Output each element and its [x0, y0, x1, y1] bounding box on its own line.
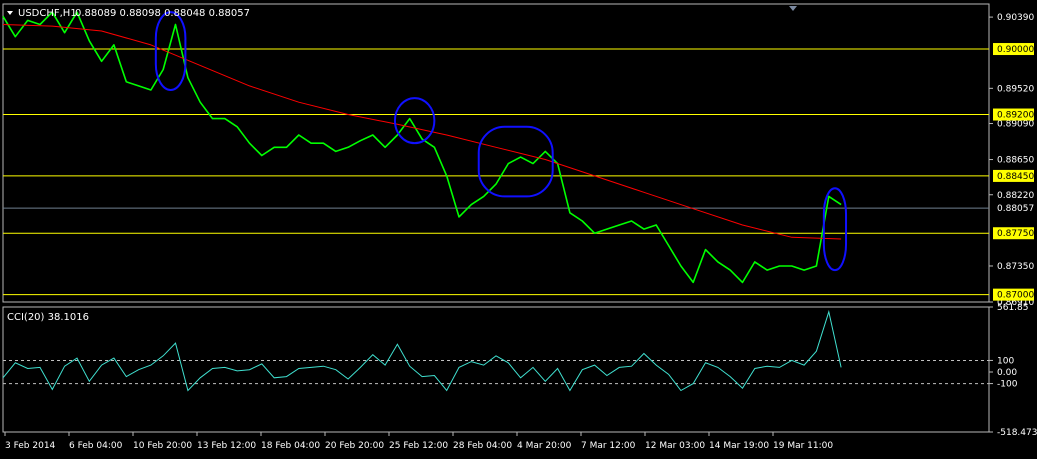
level-label-text-3: 0.88057 [997, 204, 1034, 214]
time-label-10: 12 Mar 03:00 [645, 441, 705, 451]
time-label-1: 6 Feb 04:00 [69, 441, 123, 451]
time-label-11: 14 Mar 19:00 [709, 441, 769, 451]
level-label-0: 0.90000 [993, 43, 1034, 56]
time-label-4: 18 Feb 04:00 [261, 441, 320, 451]
price-tick-label-2: 0.89090 [997, 120, 1034, 130]
price-tick-label-5: 0.87350 [997, 262, 1034, 272]
cci-tick-label-1: 100 [997, 356, 1014, 366]
price-tick-label-4: 0.88220 [997, 191, 1034, 201]
time-label-3: 13 Feb 12:00 [197, 441, 256, 451]
cci-tick-label-3: -100 [997, 380, 1018, 390]
time-label-5: 20 Feb 20:00 [325, 441, 384, 451]
price-tick-label-0: 0.90390 [997, 13, 1034, 23]
cci-tick-label-4: -518.4735 [997, 428, 1037, 438]
usdchf-chart-window[interactable]: 0.90390 0.89520 0.89090 0.88650 0.88220 0.873… [0, 0, 1037, 455]
time-label-8: 4 Mar 20:00 [517, 441, 572, 451]
symbol-label: USDCHF,H1 [18, 8, 77, 19]
time-label-0: 3 Feb 2014 [5, 441, 56, 451]
price-tick-label-3: 0.88650 [997, 156, 1034, 166]
chart-canvas[interactable]: 0.90390 0.89520 0.89090 0.88650 0.88220 0.873… [0, 0, 1037, 455]
level-label-3: 0.88057 [997, 204, 1034, 214]
time-label-12: 19 Mar 11:00 [773, 441, 833, 451]
level-label-text-5: 0.87000 [997, 291, 1034, 301]
level-label-4: 0.87750 [993, 227, 1034, 240]
cci-tick-label-2: 0.00 [997, 368, 1017, 378]
level-label-text-0: 0.90000 [997, 45, 1034, 55]
time-label-2: 10 Feb 20:00 [133, 441, 192, 451]
cci-tick-label-0: 561.85 [997, 303, 1029, 313]
ohlc-label: 0.88089 0.88098 0.88048 0.88057 [75, 8, 250, 19]
level-label-1: 0.89200 [993, 108, 1034, 121]
level-label-2: 0.88450 [993, 169, 1034, 182]
level-label-text-4: 0.87750 [997, 229, 1034, 239]
level-label-text-2: 0.88450 [997, 172, 1034, 182]
time-label-9: 7 Mar 12:00 [581, 441, 636, 451]
level-label-text-1: 0.89200 [997, 111, 1034, 121]
time-label-6: 25 Feb 12:00 [389, 441, 448, 451]
cci-label: CCI(20) 38.1016 [7, 312, 89, 323]
price-tick-label-1: 0.89520 [997, 84, 1034, 94]
time-label-7: 28 Feb 04:00 [453, 441, 512, 451]
level-label-5: 0.87000 [993, 288, 1034, 301]
